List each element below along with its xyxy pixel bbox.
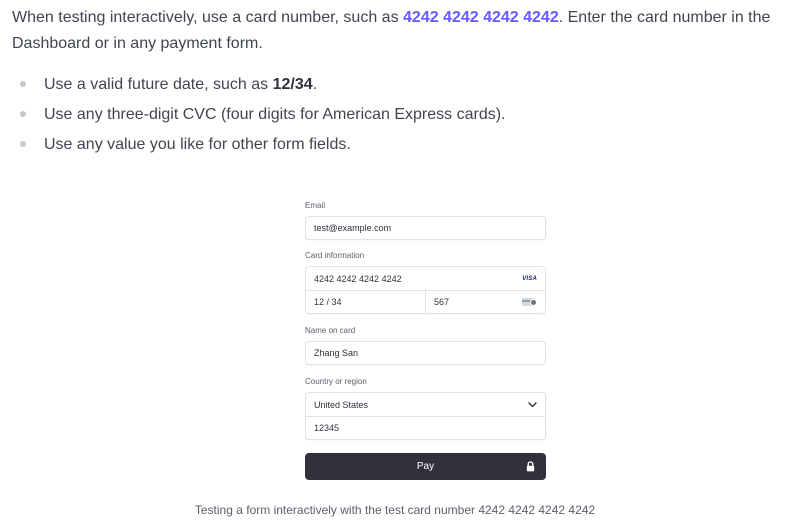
lock-icon — [526, 461, 535, 472]
zip-code-field[interactable]: 12345 — [306, 416, 545, 439]
country-value: United States — [314, 399, 369, 410]
visa-icon: VISA — [522, 275, 537, 282]
pay-button-label: Pay — [416, 461, 435, 472]
test-card-number: 4242 4242 4242 4242 — [403, 9, 559, 26]
card-information-label: Card information — [305, 251, 365, 260]
country-region-label: Country or region — [305, 377, 367, 386]
expiry-value: 12 / 34 — [314, 297, 342, 307]
list-item: Use any three-digit CVC (four digits for… — [12, 100, 506, 130]
card-information-group: 4242 4242 4242 4242 VISA 12 / 34 567 — [305, 266, 546, 314]
email-value: test@example.com — [314, 223, 392, 233]
list-item-text-end: . — [312, 76, 318, 93]
payment-form: Email test@example.com Card information … — [305, 198, 546, 440]
cvc-card-icon — [522, 297, 537, 307]
list-item-text: Use a valid future date, such as — [44, 76, 273, 93]
card-expiry-cvc-row: 12 / 34 567 — [306, 290, 545, 313]
list-item: Use any value you like for other form fi… — [12, 130, 506, 160]
intro-text-before: When testing interactively, use a card n… — [12, 9, 404, 26]
expiry-field[interactable]: 12 / 34 — [306, 291, 425, 313]
pay-button[interactable]: Pay — [305, 453, 546, 480]
chevron-down-icon — [527, 400, 537, 410]
name-value: Zhang San — [314, 348, 359, 358]
intro-paragraph: When testing interactively, use a card n… — [12, 5, 782, 57]
list-item-text: Use any value you like for other form fi… — [44, 136, 351, 153]
cvc-value: 567 — [434, 297, 450, 307]
zip-value: 12345 — [314, 423, 340, 433]
example-date: 12/34 — [272, 76, 313, 93]
email-label: Email — [305, 201, 326, 210]
card-number-field[interactable]: 4242 4242 4242 4242 VISA — [306, 267, 545, 290]
name-on-card-label: Name on card — [305, 326, 356, 335]
email-field[interactable]: test@example.com — [305, 216, 546, 240]
country-select[interactable]: United States — [306, 393, 545, 416]
cvc-field[interactable]: 567 — [425, 291, 545, 313]
list-item-text: Use any three-digit CVC (four digits for… — [44, 106, 506, 123]
list-item: Use a valid future date, such as 12/34. — [12, 70, 506, 100]
name-on-card-field[interactable]: Zhang San — [305, 341, 546, 365]
card-number-value: 4242 4242 4242 4242 — [314, 273, 402, 284]
figure-caption: Testing a form interactively with the te… — [194, 503, 596, 517]
instructions-list: Use a valid future date, such as 12/34. … — [12, 70, 506, 160]
address-group: United States 12345 — [305, 392, 546, 440]
